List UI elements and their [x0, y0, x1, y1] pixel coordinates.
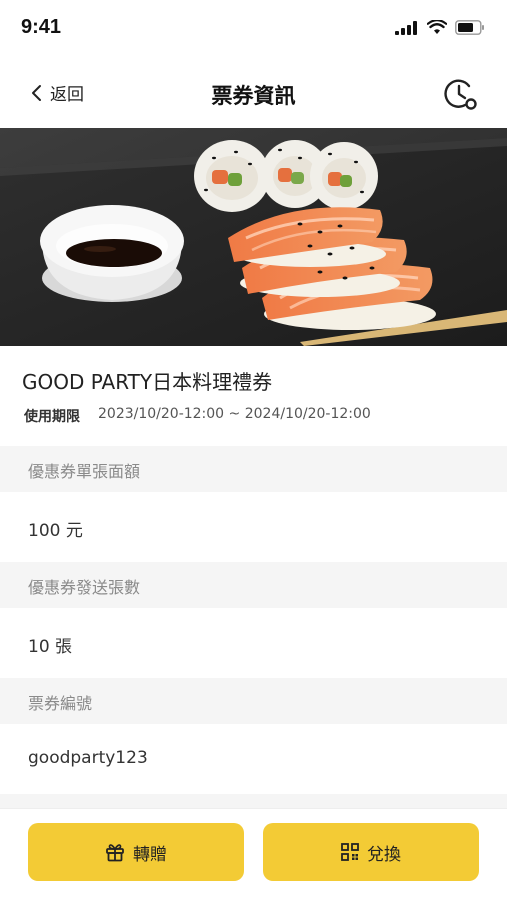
gift-button-label: 轉贈 [133, 844, 167, 865]
redeem-button-label: 兌換 [367, 844, 401, 865]
gift-button[interactable]: 轉贈 [28, 823, 244, 881]
ticket-number-row: goodparty123 [0, 724, 507, 794]
qr-code-icon [341, 843, 359, 861]
coupon-title-section: GOOD PARTY日本料理禮券 使用期限 2023/10/20-12:00 ~… [0, 346, 507, 446]
bottom-action-bar: 轉贈 兌換 [0, 808, 507, 901]
face-value-row: 100 元 [0, 492, 507, 562]
issued-count-label: 優惠券發送張數 [28, 578, 141, 597]
history-clock-icon[interactable] [443, 76, 479, 112]
coupon-name: GOOD PARTY日本料理禮券 [22, 370, 273, 394]
validity-label: 使用期限 [24, 409, 80, 425]
page-title: 票券資訊 [211, 84, 296, 108]
issued-count-row: 10 張 [0, 608, 507, 678]
coupon-hero-image [0, 128, 507, 346]
ticket-number-label-row: 票券編號 [0, 678, 507, 724]
issued-count-value: 10 張 [28, 637, 73, 657]
ticket-number-value: goodparty123 [28, 748, 148, 768]
section-divider [0, 794, 507, 808]
validity-row: 使用期限 2023/10/20-12:00 ~ 2024/10/20-12:00 [24, 406, 371, 426]
validity-value: 2023/10/20-12:00 ~ 2024/10/20-12:00 [98, 406, 371, 422]
status-icons [395, 20, 485, 35]
face-value-label: 優惠券單張面額 [28, 462, 141, 481]
signal-icon [395, 20, 417, 35]
nav-bar: 返回 票券資訊 [0, 60, 507, 128]
face-value: 100 元 [28, 521, 83, 541]
redeem-button[interactable]: 兌換 [263, 823, 479, 881]
face-value-label-row: 優惠券單張面額 [0, 446, 507, 492]
issued-count-label-row: 優惠券發送張數 [0, 562, 507, 608]
gift-icon [106, 844, 124, 862]
wifi-icon [427, 20, 447, 34]
status-bar: 9:41 [0, 0, 507, 60]
status-time: 9:41 [21, 16, 62, 38]
ticket-number-label: 票券編號 [28, 694, 93, 713]
battery-icon [455, 20, 484, 35]
